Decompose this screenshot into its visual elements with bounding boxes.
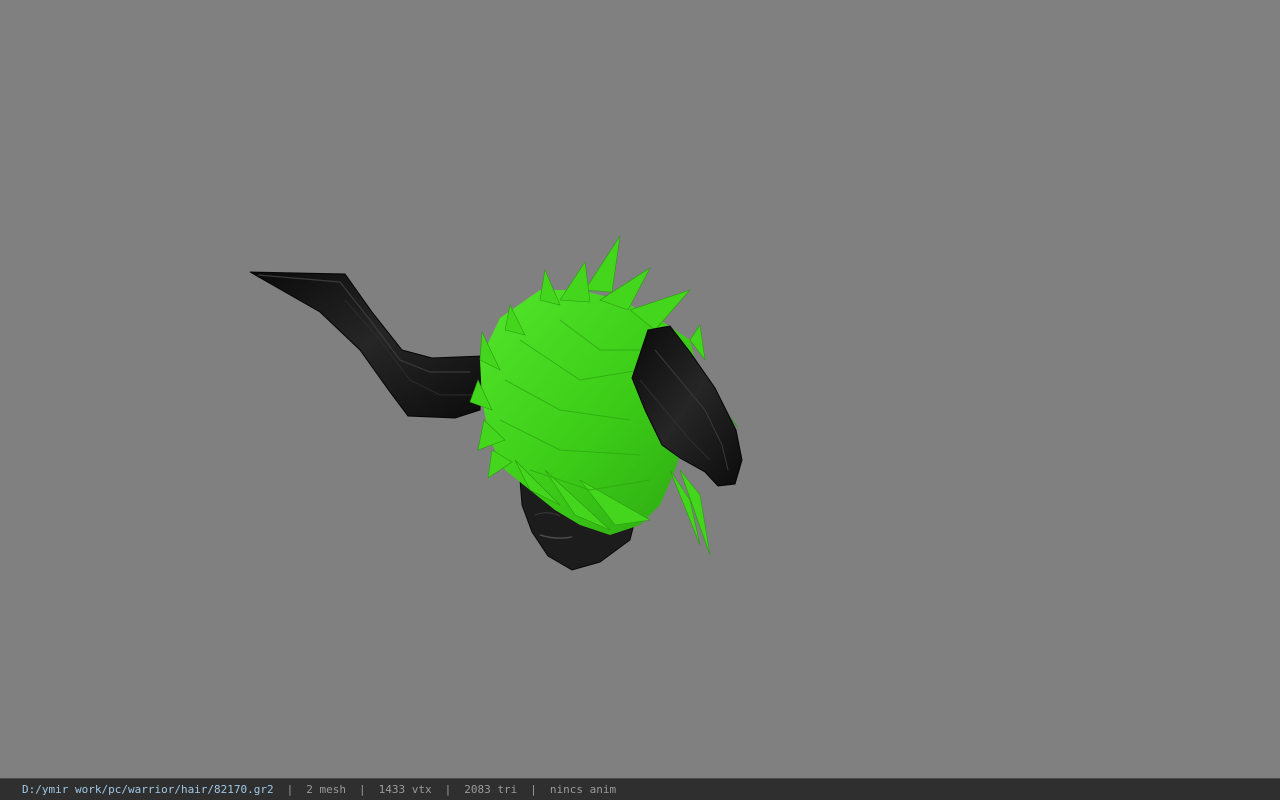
mesh-count: 2 mesh (306, 783, 347, 796)
separator: | (530, 783, 537, 796)
separator: | (359, 783, 366, 796)
animation-status: nincs anim (549, 783, 617, 796)
model-render (249, 235, 743, 571)
separator: | (444, 783, 452, 796)
file-path: D:/ymir work/pc/warrior/hair/82170.gr2 (22, 783, 274, 796)
3d-viewport[interactable] (0, 0, 1280, 778)
left-horn (249, 271, 483, 419)
vertex-count: 1433 vtx (378, 783, 432, 796)
triangle-count: 2083 tri (464, 783, 518, 796)
separator: | (286, 783, 294, 796)
status-bar: D:/ymir work/pc/warrior/hair/82170.gr2 |… (0, 778, 1280, 800)
